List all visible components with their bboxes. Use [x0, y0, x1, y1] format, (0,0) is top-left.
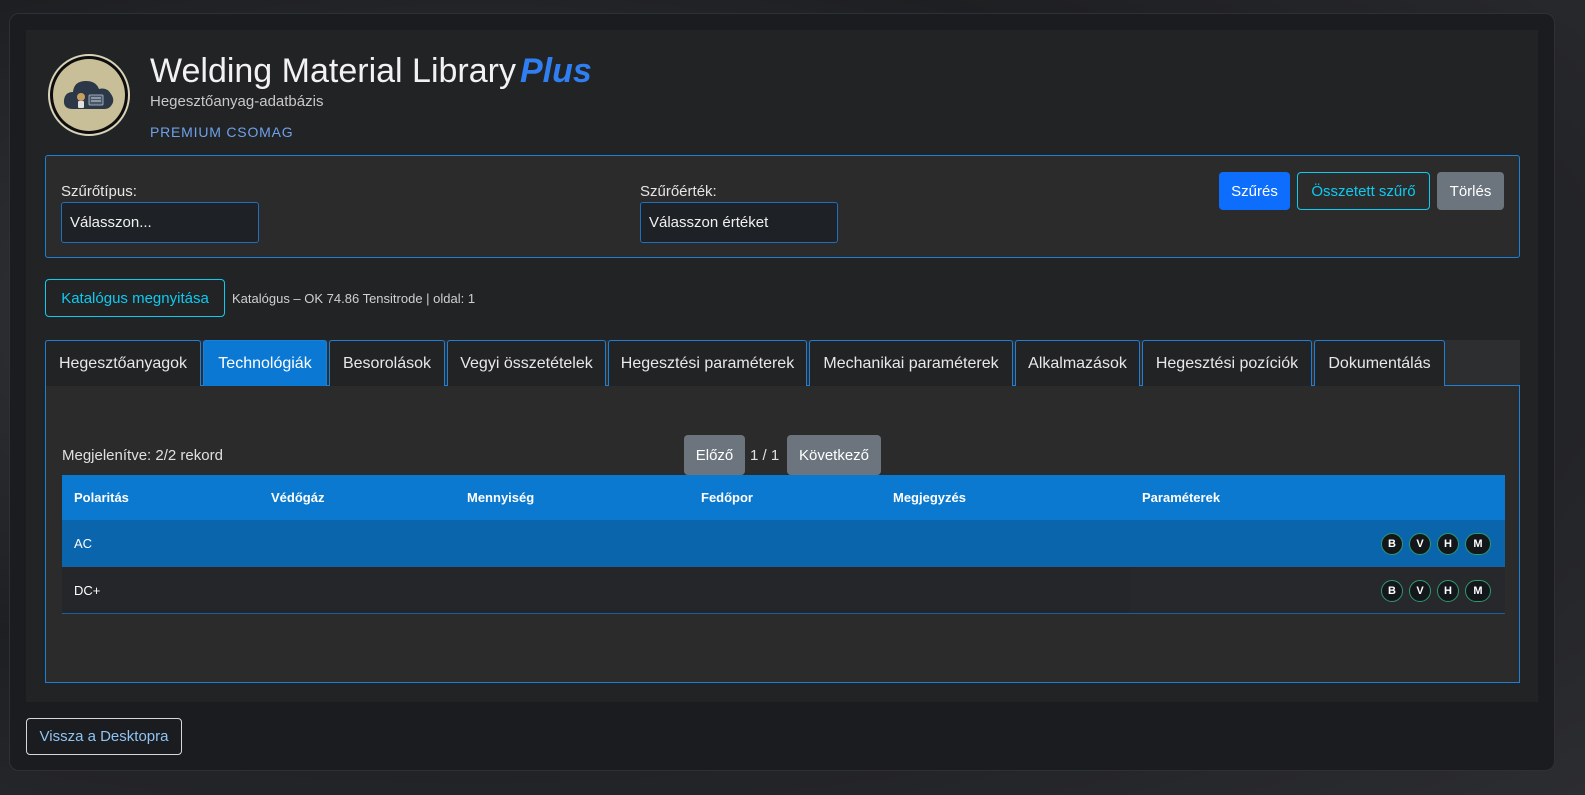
open-catalog-button[interactable]: Katalógus megnyitása	[45, 279, 225, 317]
param-badge-h[interactable]: H	[1437, 580, 1459, 602]
filter-button[interactable]: Szűrés	[1219, 172, 1290, 210]
cell-parameterek: B V H M	[1130, 567, 1505, 613]
prev-page-button[interactable]: Előző	[684, 435, 745, 475]
table-header: Polaritás Védőgáz Mennyiség Fedőpor Megj…	[62, 475, 1505, 520]
app-title-accent: Plus	[519, 52, 592, 90]
param-badge-b[interactable]: B	[1381, 580, 1403, 602]
tab-besorolasok[interactable]: Besorolások	[329, 340, 445, 386]
tab-dokumentalas[interactable]: Dokumentálás	[1314, 340, 1445, 386]
filter-type-label: Szűrőtípus:	[61, 183, 137, 200]
app-window: Welding Material Library Plus Hegesztőany…	[9, 13, 1555, 771]
param-badge-v[interactable]: V	[1409, 580, 1431, 602]
app-title-text: Welding Material Library	[150, 52, 516, 90]
col-polaritas: Polaritás	[74, 490, 129, 505]
param-badge-h[interactable]: H	[1437, 533, 1459, 555]
col-vedogaz: Védőgáz	[271, 490, 325, 505]
tab-content: Megjelenítve: 2/2 rekord Előző 1 / 1 Köv…	[45, 386, 1520, 683]
filter-panel: Szűrőtípus: Válasszon... Szűrőérték: Vál…	[45, 155, 1520, 258]
app-logo	[48, 54, 130, 136]
cloud-database-icon	[63, 81, 114, 109]
col-megjegyzes: Megjegyzés	[893, 490, 966, 505]
back-to-desktop-button[interactable]: Vissza a Desktopra	[26, 718, 182, 755]
tab-hegesztesi-poziciok[interactable]: Hegesztési pozíciók	[1142, 340, 1312, 386]
param-badge-b[interactable]: B	[1381, 533, 1403, 555]
tab-bar: Hegesztőanyagok Technológiák Besorolások…	[45, 340, 1520, 386]
app-title: Welding Material Library Plus	[150, 52, 592, 91]
filter-type-select[interactable]: Válasszon...	[61, 202, 259, 243]
page-indicator: 1 / 1	[750, 447, 780, 464]
tab-mechanikai-parameterek[interactable]: Mechanikai paraméterek	[809, 340, 1013, 386]
cell-polaritas: DC+	[74, 583, 101, 598]
record-count: Megjelenítve: 2/2 rekord	[62, 447, 223, 464]
col-fedopor: Fedőpor	[701, 490, 753, 505]
next-page-button[interactable]: Következő	[787, 435, 881, 475]
tab-hegesztesi-parameterek[interactable]: Hegesztési paraméterek	[608, 340, 807, 386]
cell-polaritas: AC	[74, 536, 93, 551]
tab-vegyi-osszetetelek[interactable]: Vegyi összetételek	[447, 340, 606, 386]
main-panel: Welding Material Library Plus Hegesztőany…	[26, 30, 1538, 702]
table-row[interactable]: DC+ B V H M	[62, 567, 1505, 614]
catalog-info: Katalógus – OK 74.86 Tensitrode | oldal:…	[232, 291, 476, 306]
col-mennyiseg: Mennyiség	[467, 490, 535, 505]
param-badge-v[interactable]: V	[1409, 533, 1431, 555]
param-badge-m[interactable]: M	[1465, 580, 1491, 602]
col-parameterek: Paraméterek	[1142, 490, 1221, 505]
app-subtitle: Hegesztőanyag-adatbázis	[150, 93, 324, 110]
cell-parameterek: B V H M	[1130, 520, 1505, 566]
filter-value-label: Szűrőérték:	[640, 183, 717, 200]
filter-value-select[interactable]: Válasszon értéket	[640, 202, 838, 243]
complex-filter-button[interactable]: Összetett szűrő	[1297, 172, 1430, 210]
table-row[interactable]: AC B V H M	[62, 520, 1505, 567]
tab-technologiak[interactable]: Technológiák	[203, 340, 327, 386]
param-badge-m[interactable]: M	[1465, 533, 1491, 555]
tab-alkalmazasok[interactable]: Alkalmazások	[1015, 340, 1140, 386]
technology-table: Polaritás Védőgáz Mennyiség Fedőpor Megj…	[62, 475, 1505, 614]
clear-button[interactable]: Törlés	[1437, 172, 1504, 210]
tab-hegesztoanyagok[interactable]: Hegesztőanyagok	[45, 340, 201, 386]
package-label: PREMIUM CSOMAG	[150, 124, 294, 140]
